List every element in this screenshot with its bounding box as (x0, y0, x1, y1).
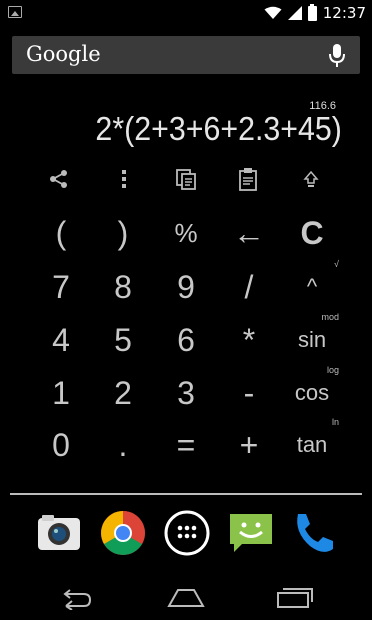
key-6[interactable]: 6 (155, 314, 217, 366)
cell-signal-icon (287, 6, 302, 20)
status-bar: 12:37 (0, 0, 372, 25)
key-0[interactable]: 0 (30, 419, 92, 471)
key-plus[interactable]: + (218, 419, 280, 471)
key-clear[interactable]: C (281, 207, 343, 259)
copy-icon[interactable] (166, 162, 206, 196)
key-cos[interactable]: cos log (281, 365, 343, 419)
paste-icon[interactable] (228, 162, 268, 196)
key-sin[interactable]: sin mod (281, 312, 343, 366)
calculator-toolbar (0, 162, 372, 196)
expression-input[interactable]: 2*(2+3+6+2.3+45) (96, 110, 342, 148)
overflow-menu-icon[interactable] (104, 162, 144, 196)
battery-icon (307, 3, 317, 21)
google-logo: Google (26, 42, 101, 66)
key-4[interactable]: 4 (30, 314, 92, 366)
recents-icon[interactable] (274, 584, 314, 610)
key-sin-label: sin (297, 327, 327, 352)
key-close-paren[interactable]: ) (92, 207, 154, 259)
key-power[interactable]: ^ √ (281, 259, 343, 313)
back-icon[interactable] (58, 584, 98, 610)
expand-icon[interactable] (291, 162, 331, 196)
key-8[interactable]: 8 (92, 261, 154, 313)
app-dock (0, 508, 372, 564)
key-decimal[interactable]: . (92, 419, 154, 471)
key-multiply[interactable]: * (218, 314, 280, 366)
log-secondary-label: log (326, 365, 339, 375)
key-equals[interactable]: = (155, 419, 217, 471)
messaging-app-icon[interactable] (226, 508, 276, 558)
key-7[interactable]: 7 (30, 261, 92, 313)
mod-secondary-label: mod (321, 312, 339, 322)
key-5[interactable]: 5 (92, 314, 154, 366)
share-icon[interactable] (39, 162, 79, 196)
wifi-icon (264, 6, 282, 19)
key-3[interactable]: 3 (155, 367, 217, 419)
key-percent[interactable]: % (155, 207, 217, 259)
key-2[interactable]: 2 (92, 367, 154, 419)
gallery-notification-icon (8, 6, 22, 18)
status-icons: 12:37 (264, 3, 366, 22)
home-icon[interactable] (166, 584, 206, 610)
phone-app-icon[interactable] (288, 508, 338, 558)
dock-divider (10, 493, 362, 495)
app-drawer-icon[interactable] (162, 508, 212, 558)
clock: 12:37 (322, 4, 366, 22)
camera-app-icon[interactable] (34, 508, 84, 558)
key-tan-label: tan (296, 432, 328, 457)
key-divide[interactable]: / (218, 261, 280, 313)
key-1[interactable]: 1 (30, 367, 92, 419)
key-open-paren[interactable]: ( (30, 207, 92, 259)
key-power-label: ^ (306, 274, 318, 299)
ln-secondary-label: ln (331, 417, 339, 427)
key-backspace[interactable]: ← (218, 207, 280, 259)
chrome-app-icon[interactable] (98, 508, 148, 558)
key-9[interactable]: 9 (155, 261, 217, 313)
google-search-bar[interactable]: Google (12, 36, 360, 74)
microphone-icon[interactable] (328, 43, 346, 69)
key-tan[interactable]: tan ln (281, 417, 343, 471)
key-minus[interactable]: - (218, 367, 280, 419)
key-cos-label: cos (294, 380, 330, 405)
navigation-bar (0, 572, 372, 620)
calculator-display: 116.6 2*(2+3+6+2.3+45) (0, 100, 372, 155)
sqrt-secondary-label: √ (334, 259, 339, 269)
